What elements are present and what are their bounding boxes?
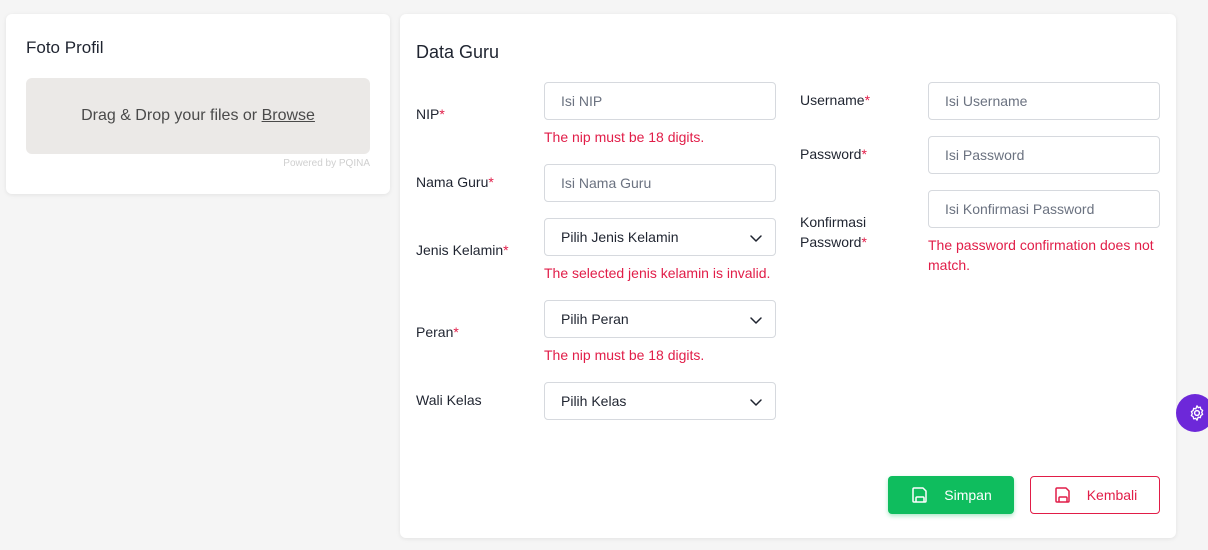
password-label: Password* <box>800 146 867 162</box>
username-label: Username* <box>800 92 871 108</box>
save-icon <box>912 487 928 503</box>
jenis-kelamin-error: The selected jenis kelamin is invalid. <box>544 265 771 281</box>
peran-error: The nip must be 18 digits. <box>544 347 705 363</box>
save-button[interactable]: Simpan <box>888 476 1014 514</box>
back-button-label: Kembali <box>1086 487 1138 503</box>
konfirmasi-password-error: The password confirmation does not match… <box>928 237 1154 273</box>
nama-guru-input[interactable]: Isi Nama Guru <box>544 164 776 202</box>
chevron-down-icon <box>750 317 762 324</box>
form-title: Data Guru <box>416 42 500 62</box>
peran-value: Pilih Peran <box>561 311 629 327</box>
peran-select[interactable]: Pilih Peran <box>544 300 776 338</box>
nip-error: The nip must be 18 digits. <box>544 129 705 145</box>
konfirmasi-password-input[interactable]: Isi Konfirmasi Password <box>928 190 1160 228</box>
form-card: Data Guru NIP* Isi NIP The nip must be 1… <box>400 14 1176 538</box>
password-input[interactable]: Isi Password <box>928 136 1160 174</box>
save-icon <box>1054 487 1070 503</box>
save-button-label: Simpan <box>944 487 992 503</box>
username-input[interactable]: Isi Username <box>928 82 1160 120</box>
dropzone-text: Drag & Drop your files or <box>81 107 258 124</box>
powered-by-credit: Powered by PQINA <box>283 158 370 169</box>
browse-link[interactable]: Browse <box>262 107 315 125</box>
peran-label: Peran* <box>416 324 459 340</box>
back-button[interactable]: Kembali <box>1030 476 1160 514</box>
konfirmasi-password-label: Konfirmasi Password* <box>800 214 867 250</box>
jenis-kelamin-select[interactable]: Pilih Jenis Kelamin <box>544 218 776 256</box>
nip-label: NIP* <box>416 106 445 122</box>
jenis-kelamin-value: Pilih Jenis Kelamin <box>561 229 679 245</box>
photo-title: Foto Profil <box>26 38 104 57</box>
file-dropzone[interactable]: Drag & Drop your files or Browse <box>26 78 370 154</box>
nip-input[interactable]: Isi NIP <box>544 82 776 120</box>
wali-kelas-select[interactable]: Pilih Kelas <box>544 382 776 420</box>
wali-kelas-value: Pilih Kelas <box>561 393 627 409</box>
gear-icon <box>1190 405 1204 421</box>
chevron-down-icon <box>750 235 762 242</box>
chevron-down-icon <box>750 399 762 406</box>
photo-card: Foto Profil Drag & Drop your files or Br… <box>6 14 390 194</box>
settings-fab-button[interactable] <box>1176 394 1208 432</box>
wali-kelas-label: Wali Kelas <box>416 392 482 408</box>
nama-guru-label: Nama Guru* <box>416 174 494 190</box>
jenis-kelamin-label: Jenis Kelamin* <box>416 242 509 258</box>
